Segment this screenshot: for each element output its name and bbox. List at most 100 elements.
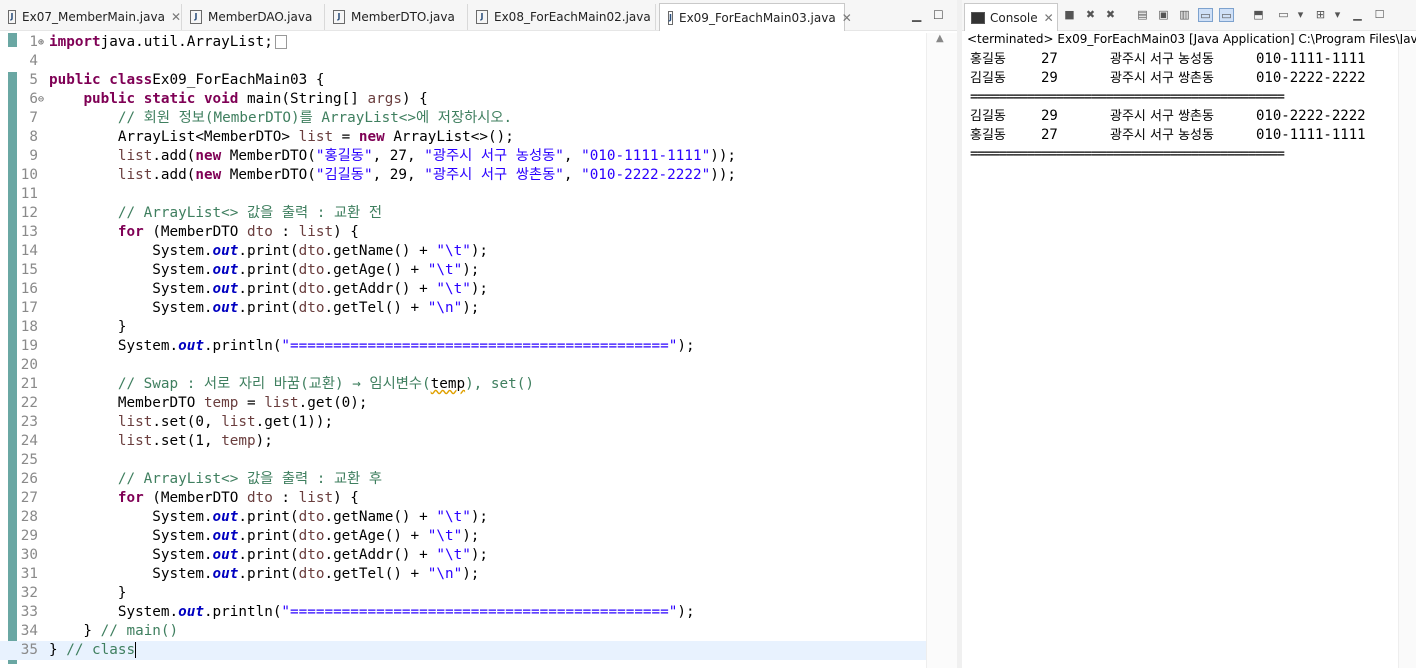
line-number: 25 bbox=[20, 452, 38, 468]
code-line[interactable]: 26 // ArrayList<> 값을 출력 : 교환 후 bbox=[0, 470, 926, 489]
fold-expand-icon[interactable]: ⊕ bbox=[38, 33, 44, 52]
code-line[interactable]: 21 // Swap : 서로 자리 바꿈(교환) → 임시변수(temp), … bbox=[0, 375, 926, 394]
console-cell: 29 bbox=[1041, 108, 1058, 124]
code-line[interactable]: 4 bbox=[0, 52, 926, 71]
line-number: 16 bbox=[20, 281, 38, 297]
code-line[interactable]: 35} // class bbox=[0, 641, 926, 660]
console-cell: 광주시 서구 쌍촌동 bbox=[1110, 71, 1214, 86]
console-scrollbar[interactable] bbox=[1398, 44, 1416, 668]
tab-ex07-membermain[interactable]: J Ex07_MemberMain.java ✕ bbox=[0, 4, 182, 30]
chevron-down-icon[interactable]: ▾ bbox=[1330, 8, 1345, 22]
line-number: 19 bbox=[20, 338, 38, 354]
code-line[interactable]: 17 System.out.print(dto.getTel() + "\n")… bbox=[0, 299, 926, 318]
code-line[interactable]: 14 System.out.print(dto.getName() + "\t"… bbox=[0, 242, 926, 261]
code-editor-pane[interactable]: J Ex07_MemberMain.java ✕ J MemberDAO.jav… bbox=[0, 0, 958, 668]
console-cell: 29 bbox=[1041, 70, 1058, 86]
code-line[interactable]: 8 ArrayList<MemberDTO> list = new ArrayL… bbox=[0, 128, 926, 147]
editor-scrollbar[interactable]: ▲ bbox=[926, 33, 958, 668]
show-on-stderr-icon[interactable]: ▭ bbox=[1219, 8, 1234, 22]
chevron-down-icon[interactable]: ▾ bbox=[1293, 8, 1308, 22]
fold-collapse-icon[interactable]: ⊖ bbox=[38, 90, 44, 109]
close-icon[interactable]: ✕ bbox=[171, 10, 181, 24]
code-line[interactable]: 31 System.out.print(dto.getTel() + "\n")… bbox=[0, 565, 926, 584]
console-output-line: 김길동 29 광주시 서구 쌍촌동 010-2222-2222 bbox=[970, 107, 1366, 126]
scroll-up-icon[interactable]: ▲ bbox=[936, 33, 944, 44]
line-number: 23 bbox=[20, 414, 38, 430]
line-number: 22 bbox=[20, 395, 38, 411]
show-on-stdout-icon[interactable]: ▭ bbox=[1198, 8, 1213, 22]
code-text: public classEx09_ForEachMain03 { bbox=[49, 72, 325, 88]
line-number: 10 bbox=[20, 167, 38, 183]
code-text: for (MemberDTO dto : list) { bbox=[117, 224, 359, 240]
console-pane[interactable]: Console ✕ ■ ✖ ✖ ▤ ▣ ▥ ▭ ▭ ⬒ ▭ ▾ ⊞ ▾ ▁ ☐ … bbox=[962, 0, 1416, 668]
line-number: 4 bbox=[29, 53, 38, 69]
line-number: 30 bbox=[20, 547, 38, 563]
code-line[interactable]: 9 list.add(new MemberDTO("홍길동", 27, "광주시… bbox=[0, 147, 926, 166]
terminate-icon[interactable]: ■ bbox=[1062, 8, 1077, 22]
console-output-line: 홍길동 27 광주시 서구 농성동 010-1111-1111 bbox=[970, 50, 1366, 69]
line-number: 12 bbox=[20, 205, 38, 221]
code-text: importjava.util.ArrayList; bbox=[49, 33, 287, 52]
pin-console-icon[interactable]: ⬒ bbox=[1251, 8, 1266, 22]
code-line[interactable]: 11 bbox=[0, 185, 926, 204]
close-icon[interactable]: ✕ bbox=[842, 11, 852, 25]
line-number: 33 bbox=[20, 604, 38, 620]
code-line[interactable]: 16 System.out.print(dto.getAddr() + "\t"… bbox=[0, 280, 926, 299]
terminated-status: <terminated> Ex09_ForEachMain03 [Java Ap… bbox=[967, 32, 1416, 46]
word-wrap-icon[interactable]: ▥ bbox=[1177, 8, 1192, 22]
line-number: 8 bbox=[29, 129, 38, 145]
console-cell: 27 bbox=[1041, 51, 1058, 67]
code-line[interactable]: 30 System.out.print(dto.getAddr() + "\t"… bbox=[0, 546, 926, 565]
code-line[interactable]: 27 for (MemberDTO dto : list) { bbox=[0, 489, 926, 508]
code-line[interactable]: 7 // 회원 정보(MemberDTO)를 ArrayList<>에 저장하시… bbox=[0, 109, 926, 128]
tab-console[interactable]: Console ✕ bbox=[964, 3, 1058, 31]
code-line[interactable]: 34 } // main() bbox=[0, 622, 926, 641]
code-text: } bbox=[49, 319, 127, 335]
line-number: 31 bbox=[20, 566, 38, 582]
remove-all-terminated-icon[interactable]: ✖ bbox=[1103, 8, 1118, 22]
open-console-icon[interactable]: ⊞ bbox=[1313, 8, 1328, 22]
code-line[interactable]: 15 System.out.print(dto.getAge() + "\t")… bbox=[0, 261, 926, 280]
code-line[interactable]: 13 for (MemberDTO dto : list) { bbox=[0, 223, 926, 242]
collapsed-region-icon[interactable] bbox=[274, 35, 287, 49]
tab-ex08-foreachmain02[interactable]: J Ex08_ForEachMain02.java bbox=[468, 4, 656, 30]
close-icon[interactable]: ✕ bbox=[1044, 11, 1054, 25]
code-area[interactable]: 1 ⊕ importjava.util.ArrayList; 4 5 public cla… bbox=[0, 33, 926, 660]
console-cell: 광주시 서구 농성동 bbox=[1110, 128, 1214, 143]
code-line[interactable]: 18 } bbox=[0, 318, 926, 337]
code-line[interactable]: 23 list.set(0, list.get(1)); bbox=[0, 413, 926, 432]
code-text: System.out.println("====================… bbox=[49, 604, 695, 620]
tab-memberdao[interactable]: J MemberDAO.java bbox=[182, 4, 325, 30]
code-text: System.out.print(dto.getName() + "\t"); bbox=[49, 509, 489, 525]
code-line[interactable]: 20 bbox=[0, 356, 926, 375]
code-line[interactable]: 10 list.add(new MemberDTO("김길동", 29, "광주… bbox=[0, 166, 926, 185]
code-line[interactable]: 25 bbox=[0, 451, 926, 470]
console-output[interactable]: 홍길동 27 광주시 서구 농성동 010-1111-1111 김길동 29 광주시 서구 … bbox=[970, 50, 1366, 164]
code-line[interactable]: 28 System.out.print(dto.getName() + "\t"… bbox=[0, 508, 926, 527]
line-number: 32 bbox=[20, 585, 38, 601]
code-text: System.out.print(dto.getAddr() + "\t"); bbox=[49, 547, 489, 563]
minimize-icon[interactable]: ▁ bbox=[1350, 8, 1365, 22]
display-selected-console-icon[interactable]: ▭ bbox=[1276, 8, 1291, 22]
minimize-icon[interactable]: ▁ bbox=[912, 8, 921, 22]
code-line[interactable]: 22 MemberDTO temp = list.get(0); bbox=[0, 394, 926, 413]
code-text: // ArrayList<> 값을 출력 : 교환 후 bbox=[49, 471, 383, 487]
line-number: 17 bbox=[20, 300, 38, 316]
console-output-line: 김길동 29 광주시 서구 쌍촌동 010-2222-2222 bbox=[970, 69, 1366, 88]
clear-console-icon[interactable]: ▤ bbox=[1135, 8, 1150, 22]
code-line[interactable]: 5 public classEx09_ForEachMain03 { bbox=[0, 71, 926, 90]
code-line[interactable]: 12 // ArrayList<> 값을 출력 : 교환 전 bbox=[0, 204, 926, 223]
maximize-icon[interactable]: ☐ bbox=[1372, 8, 1387, 22]
code-line[interactable]: 33 System.out.println("=================… bbox=[0, 603, 926, 622]
scroll-lock-icon[interactable]: ▣ bbox=[1156, 8, 1171, 22]
tab-memberdto[interactable]: J MemberDTO.java bbox=[325, 4, 468, 30]
code-line[interactable]: 6 ⊖ public static void main(String[] args… bbox=[0, 90, 926, 109]
maximize-icon[interactable]: ☐ bbox=[933, 8, 944, 22]
code-line[interactable]: 24 list.set(1, temp); bbox=[0, 432, 926, 451]
code-line[interactable]: 32 } bbox=[0, 584, 926, 603]
code-line[interactable]: 29 System.out.print(dto.getAge() + "\t")… bbox=[0, 527, 926, 546]
code-line[interactable]: 19 System.out.println("=================… bbox=[0, 337, 926, 356]
code-line[interactable]: 1 ⊕ importjava.util.ArrayList; bbox=[0, 33, 926, 52]
tab-ex09-foreachmain03[interactable]: J Ex09_ForEachMain03.java ✕ bbox=[659, 3, 852, 31]
remove-launch-icon[interactable]: ✖ bbox=[1083, 8, 1098, 22]
